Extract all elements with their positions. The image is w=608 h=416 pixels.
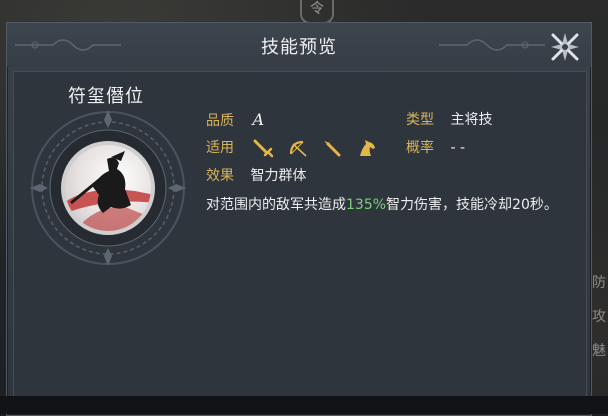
close-cross-icon[interactable] [547,29,583,65]
warrior-silhouette-icon [65,151,151,231]
skill-portrait [61,141,155,235]
chance-row: 概率 - - [406,138,465,158]
background-side-text-charm: 魅 [592,343,606,359]
description-text-suffix: 智力伤害，技能冷却20秒。 [386,197,558,213]
damage-percent-highlight: 135% [346,197,387,213]
effect-value: 智力群体 [250,168,307,184]
skill-name: 符玺僭位 [68,86,144,107]
background-emblem: 令 [300,0,334,24]
skill-content-panel: 符玺僭位 品质 A 类型 主将技 适用 概率 - - 效果 智力群体 对范围内的… [13,71,587,413]
type-label: 类型 [406,112,434,128]
bow-icon[interactable] [287,138,309,158]
chance-value: - - [450,140,466,156]
skill-description: 对范围内的敌军共造成135%智力伤害，技能冷却20秒。 [206,192,576,218]
effect-row: 效果 智力群体 [206,166,306,186]
description-text-prefix: 对范围内的敌军共造成 [206,197,346,213]
horse-icon[interactable] [356,138,378,158]
spear-icon[interactable] [321,138,343,158]
effect-label: 效果 [206,168,234,184]
applies-label: 适用 [206,140,234,156]
quality-value: A [252,110,265,129]
dialog-title: 技能预览 [261,37,337,58]
quality-label: 品质 [206,113,234,129]
background-side-text-attack: 攻 [592,309,606,325]
skill-preview-dialog: 技能预览 符玺僭位 品质 A 类型 主将技 适用 概率 - - 效果 智力群体 … [6,22,592,416]
skill-portrait-frame [28,108,188,268]
sword-icon[interactable] [252,138,274,158]
title-bar: 技能预览 [7,23,591,67]
quality-row: 品质 A [206,110,264,130]
bottom-bar [0,396,608,414]
chance-label: 概率 [406,140,434,156]
type-value: 主将技 [450,112,493,128]
applies-row: 适用 [206,138,386,158]
type-row: 类型 主将技 [406,110,492,130]
background-side-text-defense: 防 [592,275,606,291]
